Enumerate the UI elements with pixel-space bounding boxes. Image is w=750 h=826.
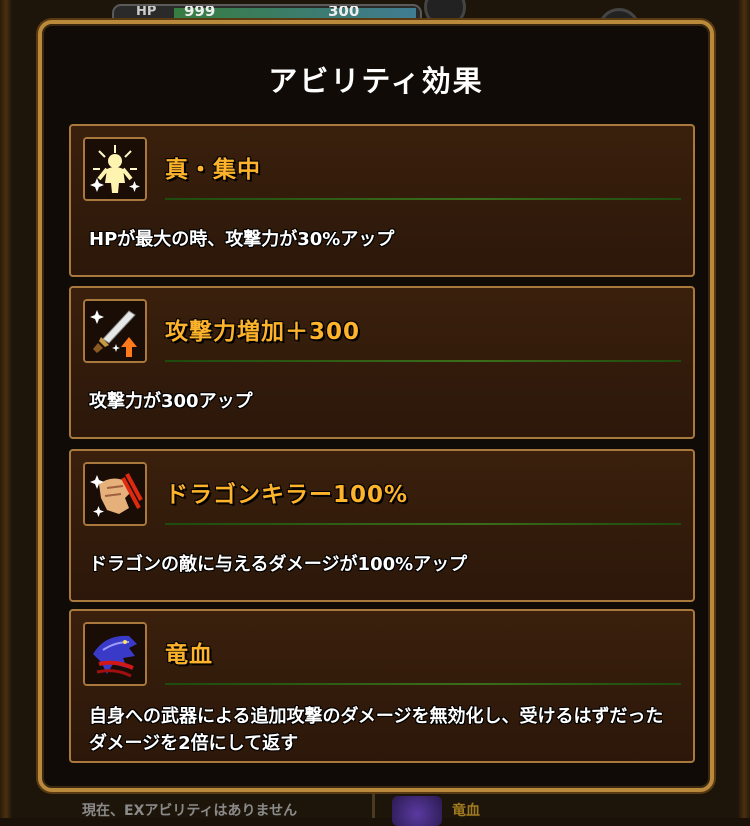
ability-description: HPが最大の時、攻撃力が30%アップ bbox=[89, 229, 395, 250]
ability-card: ドラゴンキラー100% ドラゴンの敵に与えるダメージが100%アップ bbox=[69, 449, 695, 602]
divider bbox=[372, 790, 375, 818]
dragon-blood-icon bbox=[392, 796, 442, 826]
ex-ability-status: 現在、EXアビリティはありません bbox=[82, 803, 298, 819]
ability-name: 攻撃力増加＋300 bbox=[165, 319, 361, 345]
attack-value: 300 bbox=[328, 4, 360, 20]
ability-card: 攻撃力増加＋300 攻撃力が300アップ bbox=[69, 286, 695, 439]
hp-value: 999 bbox=[184, 4, 216, 20]
ability-card: 竜血 自身への武器による追加攻撃のダメージを無効化し、受けるはずだったダメージを… bbox=[69, 609, 695, 763]
sword-up-icon bbox=[83, 299, 147, 363]
separator bbox=[165, 523, 681, 525]
modal-title: アビリティ効果 bbox=[268, 64, 484, 98]
dragon-blood-icon bbox=[83, 622, 147, 686]
ability-description: 自身への武器による追加攻撃のダメージを無効化し、受けるはずだったダメージを2倍に… bbox=[89, 706, 664, 754]
shining-figure-icon bbox=[83, 137, 147, 201]
bottom-ability-label: 竜血 bbox=[452, 803, 480, 819]
ability-name: 真・集中 bbox=[165, 157, 261, 183]
ability-card: 真・集中 HPが最大の時、攻撃力が30%アップ bbox=[69, 124, 695, 277]
ability-description: ドラゴンの敵に与えるダメージが100%アップ bbox=[89, 554, 468, 575]
ability-name: ドラゴンキラー100% bbox=[165, 482, 409, 508]
separator bbox=[165, 198, 681, 200]
ability-name: 竜血 bbox=[165, 642, 213, 668]
separator bbox=[165, 683, 681, 685]
ability-effect-modal[interactable]: アビリティ効果 真・集中 HPが最大の時、攻撃力が30%アップ 攻撃力増加＋30… bbox=[38, 20, 714, 792]
separator bbox=[165, 360, 681, 362]
dragon-slash-icon bbox=[83, 462, 147, 526]
hp-label: HP bbox=[136, 4, 157, 19]
ability-description: 攻撃力が300アップ bbox=[89, 391, 253, 412]
